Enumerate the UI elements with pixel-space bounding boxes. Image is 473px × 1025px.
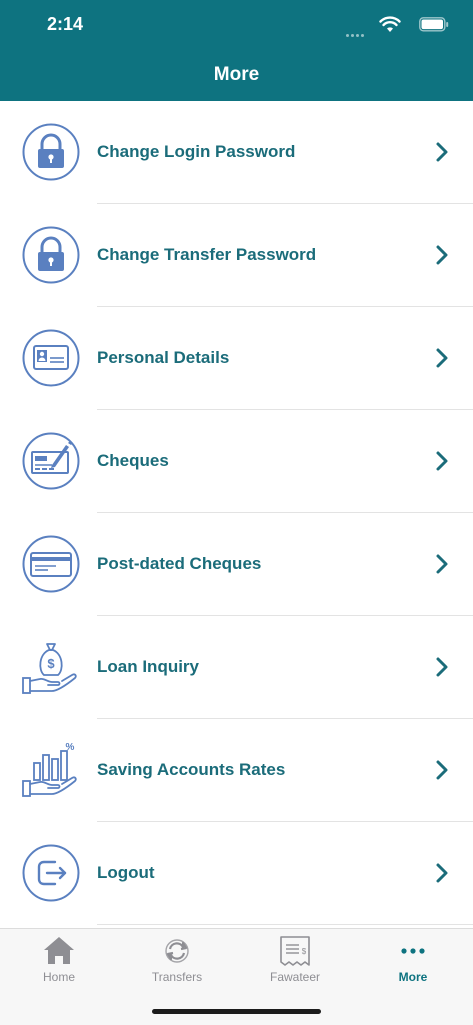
menu-item-label: Cheques [97,451,169,470]
tab-label: Home [42,970,75,984]
tab-more[interactable]: More [354,929,472,989]
more-menu-list: Change Login Password Change Transfer Pa… [0,101,473,925]
home-icon [44,937,74,964]
menu-item-label: Change Login Password [97,142,296,161]
chevron-right-icon [436,657,448,677]
svg-text:%: % [66,742,75,753]
menu-item-post-dated-cheques[interactable]: Post-dated Cheques [0,513,473,616]
transfers-icon [165,939,189,963]
battery-icon [419,17,449,32]
menu-item-label: Logout [97,863,155,882]
tab-label: Transfers [151,970,203,984]
tab-transfers[interactable]: Transfers [118,929,236,989]
menu-item-label: Change Transfer Password [97,245,317,264]
menu-item-label: Saving Accounts Rates [97,760,286,779]
svg-text:$: $ [302,947,307,956]
chevron-right-icon [436,760,448,780]
tab-home[interactable]: Home [0,929,118,989]
chevron-right-icon [436,554,448,574]
menu-item-cheques[interactable]: Cheques [0,410,473,513]
home-indicator [152,1009,321,1014]
menu-item-change-transfer-password[interactable]: Change Transfer Password [0,204,473,307]
menu-item-personal-details[interactable]: Personal Details [0,307,473,410]
lock-icon [22,226,80,284]
status-time: 2:14 [47,14,84,34]
chevron-right-icon [436,451,448,471]
signal-icon [346,24,366,42]
id-card-icon [22,329,80,387]
cheque-icon [22,432,80,490]
page-title: More [213,64,260,85]
menu-item-loan-inquiry[interactable]: $ Loan Inquiry [0,616,473,719]
menu-item-saving-accounts-rates[interactable]: % Saving Accounts Rates [0,719,473,822]
divider [97,924,473,925]
status-icons [329,14,449,38]
chevron-right-icon [436,863,448,883]
tab-label: More [398,970,428,984]
svg-text:$: $ [47,656,55,671]
tab-fawateer[interactable]: $ Fawateer [236,929,354,989]
menu-item-label: Personal Details [97,348,230,367]
chevron-right-icon [436,142,448,162]
app-header: 2:14 More [0,0,473,101]
chevron-right-icon [436,348,448,368]
savings-chart-hand-icon: % [22,742,77,797]
credit-card-icon [22,535,80,593]
menu-item-label: Loan Inquiry [97,657,199,676]
wifi-icon [379,16,401,32]
chevron-right-icon [436,245,448,265]
receipt-icon: $ [280,936,310,966]
logout-icon [22,844,80,902]
menu-item-logout[interactable]: Logout [0,822,473,925]
tab-label: Fawateer [269,970,321,984]
lock-icon [22,123,80,181]
menu-item-change-login-password[interactable]: Change Login Password [0,101,473,204]
money-bag-hand-icon: $ [22,643,77,694]
more-dots-icon [401,948,425,954]
menu-item-label: Post-dated Cheques [97,554,262,573]
